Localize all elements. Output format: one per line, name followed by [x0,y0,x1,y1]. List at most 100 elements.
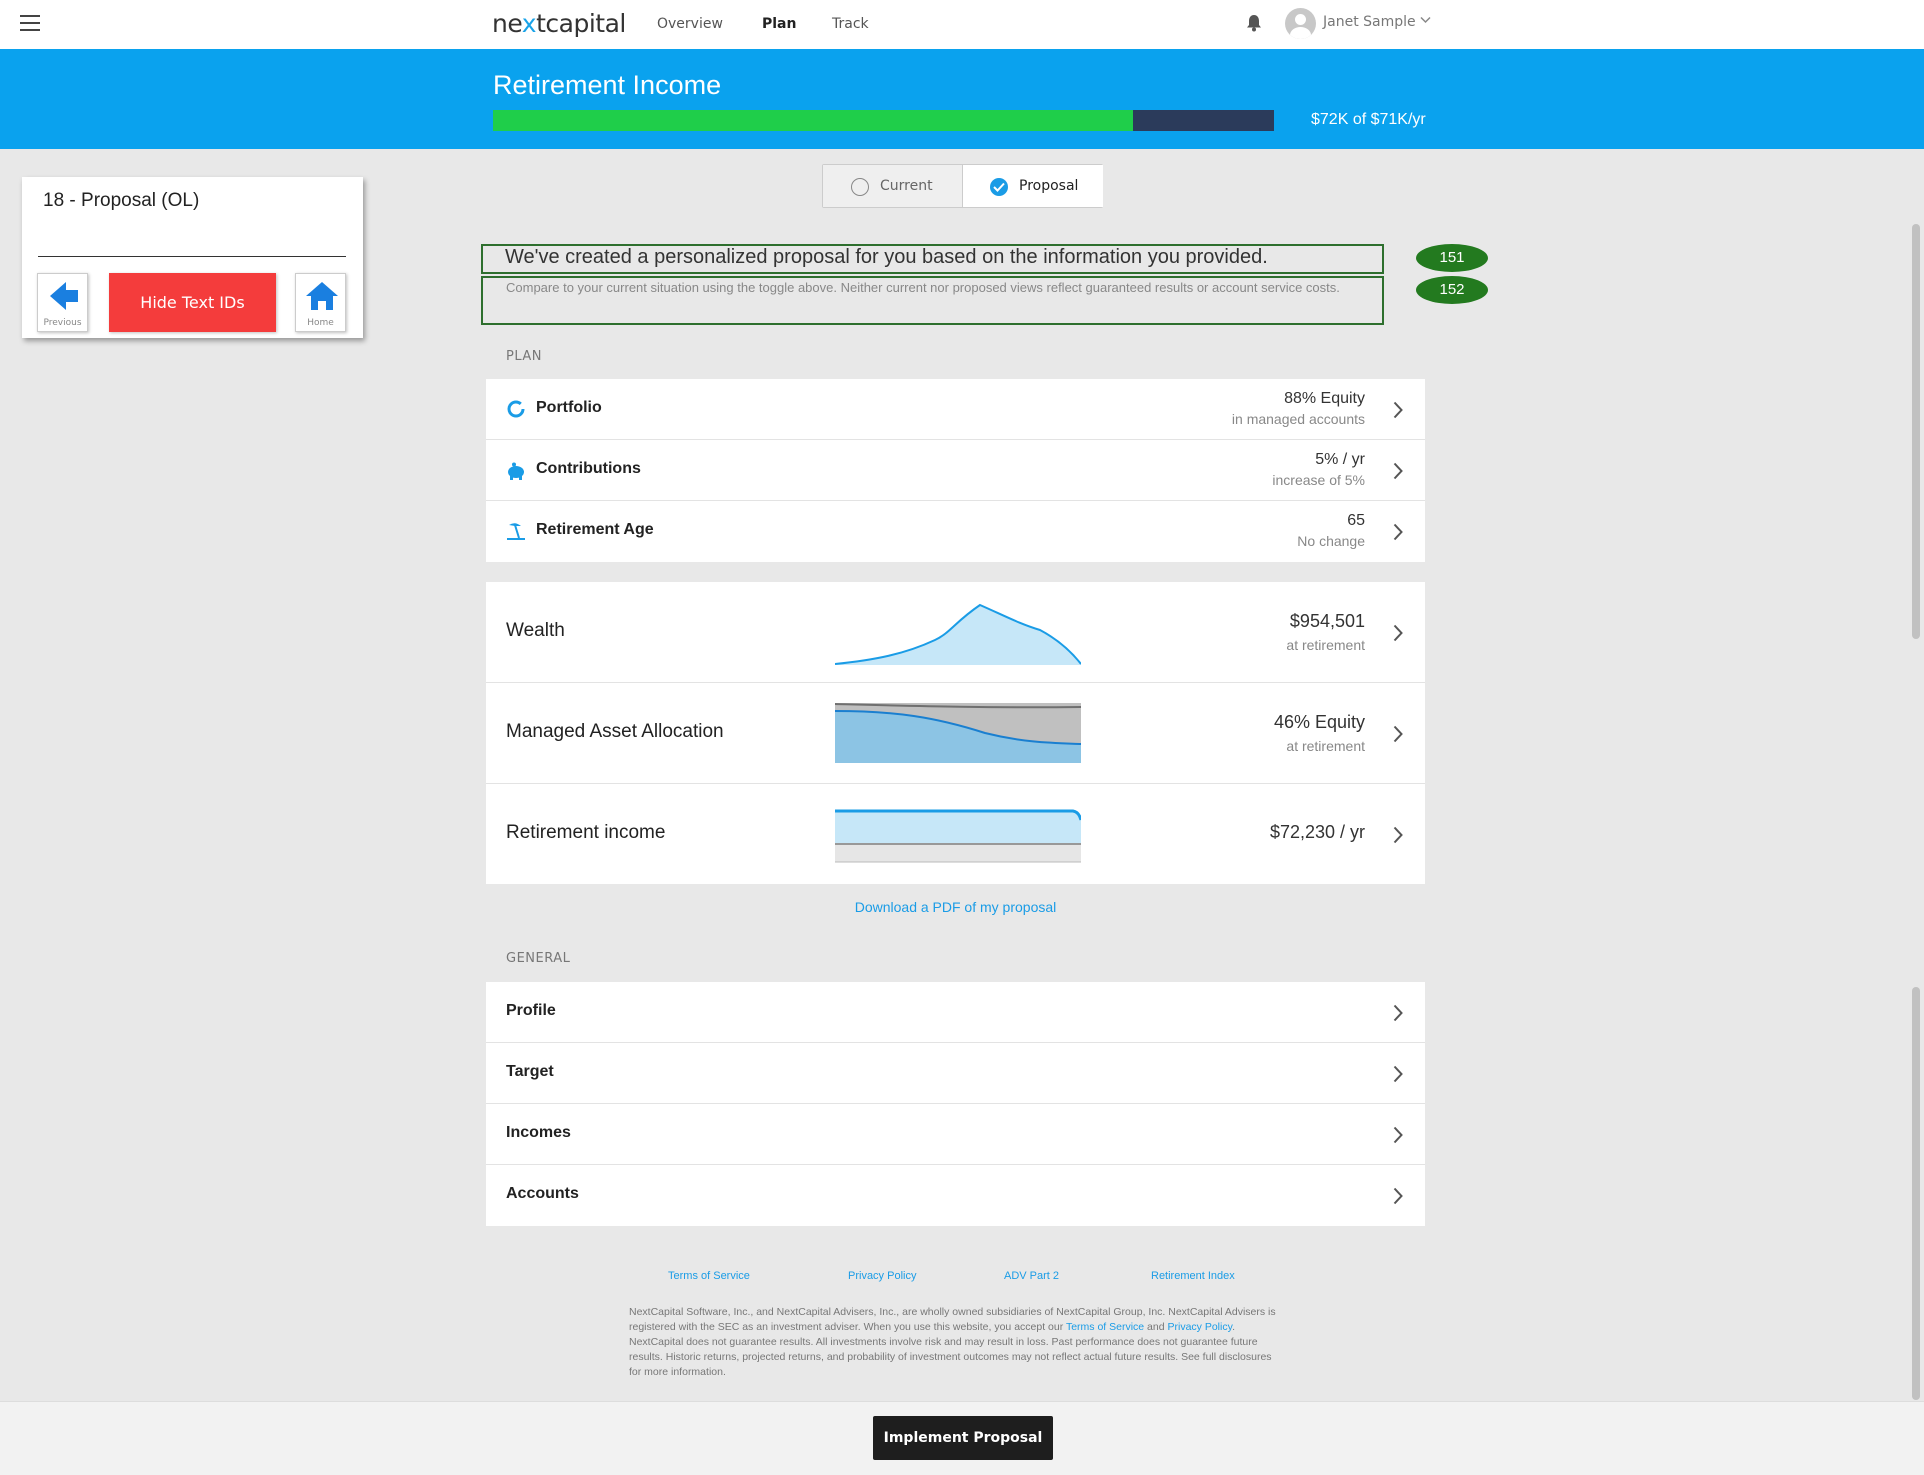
chevron-right-icon [1393,1065,1403,1083]
row-title: Incomes [506,1124,571,1141]
bell-icon[interactable] [1246,14,1262,32]
general-row-accounts[interactable]: Accounts [486,1165,1425,1226]
row-subvalue: at retirement [1286,637,1365,653]
home-button[interactable]: Home [295,273,346,332]
row-subvalue: in managed accounts [1231,411,1365,427]
row-title: Profile [506,1002,556,1019]
nav-link-overview[interactable]: Overview [657,16,723,32]
top-nav: nextcapital Overview Plan Track Janet Sa… [0,0,1924,49]
scrollbar[interactable] [1912,224,1920,1400]
row-value: $954,501 [1289,611,1365,631]
disclaimer-privacy-link[interactable]: Privacy Policy [1168,1321,1233,1333]
chevron-right-icon [1393,725,1403,743]
general-row-profile[interactable]: Profile [486,982,1425,1043]
hide-text-ids-button[interactable]: Hide Text IDs [109,273,276,332]
chevron-right-icon [1393,826,1403,844]
home-icon [306,282,338,310]
row-value: 46% Equity [1273,712,1365,732]
row-subvalue: No change [1297,533,1365,549]
row-title: Target [506,1063,554,1080]
row-value: $72,230 / yr [1269,822,1365,842]
menu-icon[interactable] [20,15,40,32]
nav-link-track[interactable]: Track [832,16,869,32]
home-label: Home [307,318,334,328]
outcome-row-retirement-income[interactable]: Retirement income $72,230 / yr [486,784,1425,884]
row-title: Managed Asset Allocation [506,721,724,742]
row-title: Portfolio [536,399,602,416]
download-pdf-link[interactable]: Download a PDF of my proposal [486,899,1425,915]
plan-row-portfolio[interactable]: Portfolio 88% Equity in managed accounts [486,379,1425,440]
toggle-proposal-label: Proposal [1019,178,1079,194]
row-value: 5% / yr [1315,451,1365,468]
previous-label: Previous [43,318,82,328]
outcome-row-wealth[interactable]: Wealth $954,501 at retirement [486,582,1425,683]
legal-disclaimer: NextCapital Software, Inc., and NextCapi… [629,1306,1276,1378]
previous-button[interactable]: Previous [37,273,88,332]
logo[interactable]: nextcapital [492,9,626,38]
disclaimer-terms-link[interactable]: Terms of Service [1066,1321,1144,1333]
outcomes-card: Wealth $954,501 at retirement Managed As… [486,582,1425,884]
row-title: Contributions [536,460,641,477]
income-progress-label: $72K of $71K/yr [1311,111,1426,128]
checkmark-icon [990,178,1008,196]
piggy-bank-icon [508,462,524,480]
general-card: Profile Target Incomes Accounts [486,982,1425,1226]
row-subvalue: at retirement [1286,738,1365,754]
chevron-right-icon [1393,1187,1403,1205]
allocation-area-chart [835,703,1081,763]
chevron-right-icon [1393,1126,1403,1144]
nav-link-plan[interactable]: Plan [762,16,796,32]
banner-title: Retirement Income [493,70,722,100]
avatar[interactable] [1285,8,1316,39]
proposal-subtext: Compare to your current situation using … [506,280,1340,295]
panel-title: 18 - Proposal (OL) [43,190,200,211]
toggle-proposal[interactable]: Proposal [964,165,1103,207]
plan-row-contributions[interactable]: Contributions 5% / yr increase of 5% [486,440,1425,501]
divider [38,256,346,257]
donut-chart-icon [507,400,525,418]
general-row-incomes[interactable]: Incomes [486,1104,1425,1165]
plan-card: Portfolio 88% Equity in managed accounts… [486,379,1425,562]
footer-link-terms[interactable]: Terms of Service [668,1270,750,1282]
radio-unchecked-icon [851,178,869,196]
section-label-general: GENERAL [506,951,571,966]
chevron-right-icon [1393,462,1403,480]
footer-link-retirement-index[interactable]: Retirement Index [1151,1270,1235,1282]
row-title: Retirement income [506,822,666,843]
scrollbar-thumb[interactable] [1912,224,1920,639]
row-title: Accounts [506,1185,579,1202]
chevron-right-icon [1393,401,1403,419]
chevron-right-icon [1393,624,1403,642]
section-label-plan: PLAN [506,349,542,364]
row-value: 88% Equity [1284,390,1365,407]
implement-proposal-button[interactable]: Implement Proposal [873,1416,1053,1460]
user-name[interactable]: Janet Sample [1323,14,1416,30]
plan-row-retirement-age[interactable]: Retirement Age 65 No change [486,501,1425,562]
footer-link-privacy[interactable]: Privacy Policy [848,1270,916,1282]
chevron-right-icon [1393,523,1403,541]
chevron-right-icon [1393,1004,1403,1022]
arrow-left-icon [50,282,78,310]
outcome-row-managed-asset-allocation[interactable]: Managed Asset Allocation 46% Equity at r… [486,683,1425,784]
current-proposal-toggle: Current Proposal [822,164,1103,208]
text-id-badge: 151 [1416,244,1488,272]
income-progress-bar [493,110,1274,131]
row-value: 65 [1347,512,1365,529]
text-id-panel: 18 - Proposal (OL) Previous Hide Text ID… [22,177,363,338]
row-title: Wealth [506,620,565,641]
beach-icon [507,523,525,540]
row-title: Retirement Age [536,521,654,538]
toggle-current-label: Current [880,178,933,194]
income-area-chart [835,809,1081,863]
wealth-area-chart [835,603,1081,665]
scrollbar-thumb[interactable] [1912,987,1920,1400]
income-progress-fill [493,110,1134,131]
chevron-down-icon[interactable] [1420,16,1431,24]
footer-link-adv[interactable]: ADV Part 2 [1004,1270,1059,1282]
toggle-current[interactable]: Current [823,165,963,207]
general-row-target[interactable]: Target [486,1043,1425,1104]
text-id-badge: 152 [1416,276,1488,304]
row-subvalue: increase of 5% [1272,472,1365,488]
retirement-income-banner [0,49,1924,149]
proposal-headline: We've created a personalized proposal fo… [505,246,1268,268]
